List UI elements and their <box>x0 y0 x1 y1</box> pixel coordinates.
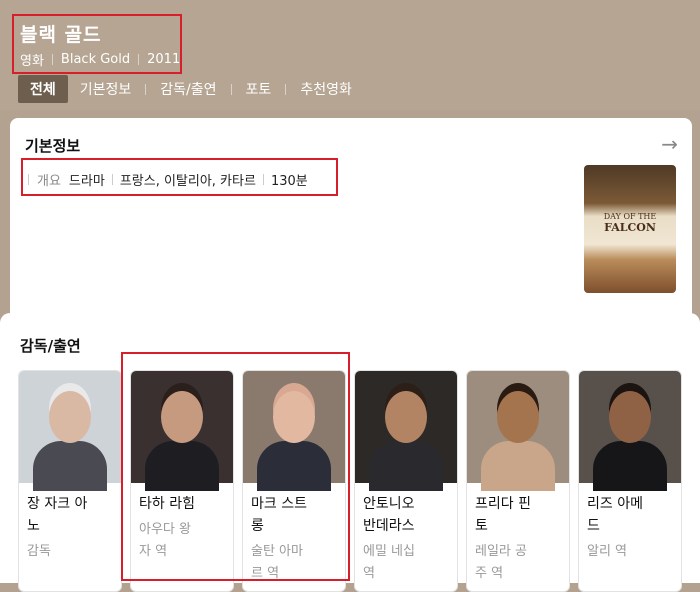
cast-member-role-line: 자 역 <box>139 544 168 559</box>
cast-member-role-line: 에밀 네십 <box>363 544 415 559</box>
photo-head-shape <box>385 391 427 443</box>
cast-member-name-line: 리즈 아메 <box>587 496 643 512</box>
photo-body-shape <box>33 441 107 491</box>
cast-member-role: 감독 <box>27 541 113 563</box>
cast-member-role: 술탄 아마르 역 <box>251 541 337 585</box>
movie-original-title: Black Gold <box>60 52 131 67</box>
runtime-value: 130분 <box>270 174 308 189</box>
divider <box>111 174 113 185</box>
tab-all[interactable]: 전체 <box>18 75 68 103</box>
cast-card: 감독/출연 장 자크 아 노 감독 타하 라힘 아우다 왕자 역 마크 스트 롱 술탄 아마 르… <box>0 313 700 592</box>
divider <box>138 54 140 65</box>
photo-body-shape <box>593 441 667 491</box>
cast-member-name-line: 타하 라힘 <box>139 496 195 512</box>
cast-member-role-line: 알리 역 <box>587 544 628 559</box>
cast-member-name[interactable]: 마크 스트롱 <box>251 493 337 537</box>
cast-member-name[interactable]: 타하 라힘 <box>139 493 225 515</box>
poster-text-line2: FALCON <box>604 221 656 234</box>
tab-photos[interactable]: 포토 <box>234 75 284 103</box>
tab-recommended[interactable]: 추천영화 <box>288 75 364 103</box>
photo-head-shape <box>609 391 651 443</box>
divider <box>230 83 232 95</box>
cast-section-title[interactable]: 감독/출연 <box>20 335 81 356</box>
basic-info-title[interactable]: 기본정보 <box>25 135 80 156</box>
cast-member-card[interactable]: 리즈 아메드알리 역 <box>578 370 682 592</box>
cast-member-name[interactable]: 안토니오반데라스 <box>363 493 449 537</box>
cast-member-role-line: 아우다 왕 <box>139 522 191 537</box>
tab-bar: 전체 기본정보 감독/출연 포토 추천영화 <box>18 75 364 103</box>
photo-head-shape <box>49 391 91 443</box>
cast-member-role-line: 주 역 <box>475 566 504 581</box>
photo-body-shape <box>481 441 555 491</box>
photo-head-shape <box>497 391 539 443</box>
cast-member-card[interactable]: 마크 스트롱술탄 아마르 역 <box>242 370 346 592</box>
divider <box>285 83 287 95</box>
cast-member-name-line: 반데라스 <box>363 518 415 534</box>
countries-value: 프랑스, 이탈리아, 카타르 <box>119 174 256 189</box>
cast-member-role: 에밀 네십역 <box>363 541 449 585</box>
cast-member-name-line: 마크 스트 <box>251 496 307 512</box>
cast-member-name-line: 노 <box>27 518 40 534</box>
summary-row: 개요 드라마 프랑스, 이탈리아, 카타르 130분 <box>28 170 308 189</box>
cast-member-name[interactable]: 리즈 아메드 <box>587 493 673 537</box>
cast-member-name-line: 롱 <box>251 518 264 534</box>
cast-member-photo[interactable] <box>579 371 681 491</box>
arrow-right-icon[interactable]: → <box>661 132 678 156</box>
movie-poster[interactable]: DAY OF THE FALCON <box>584 165 676 293</box>
cast-member-photo[interactable] <box>19 371 121 491</box>
cast-member-name-line: 드 <box>587 518 600 534</box>
cast-member-name-line: 토 <box>475 518 488 534</box>
cast-member-photo[interactable] <box>131 371 233 491</box>
photo-body-shape <box>369 441 443 491</box>
cast-member-role-line: 르 역 <box>251 566 280 581</box>
cast-member-card[interactable]: 장 자크 아노감독 <box>18 370 122 592</box>
cast-member-card[interactable]: 안토니오반데라스에밀 네십역 <box>354 370 458 592</box>
cast-member-name-line: 장 자크 아 <box>27 496 88 512</box>
photo-head-shape <box>273 391 315 443</box>
cast-member-name[interactable]: 장 자크 아노 <box>27 493 113 537</box>
divider <box>51 54 53 65</box>
tab-cast[interactable]: 감독/출연 <box>148 75 228 103</box>
cast-member-role-line: 레일라 공 <box>475 544 527 559</box>
movie-meta: 영화 Black Gold 2011 <box>20 50 180 69</box>
cast-member-role-line: 역 <box>363 566 375 581</box>
cast-member-photo[interactable] <box>243 371 345 491</box>
cast-member-name-line: 안토니오 <box>363 496 415 512</box>
photo-body-shape <box>145 441 219 491</box>
cast-member-role: 레일라 공주 역 <box>475 541 561 585</box>
movie-year: 2011 <box>147 52 181 67</box>
divider <box>262 174 264 185</box>
summary-label: 개요 <box>37 174 61 189</box>
divider <box>28 174 29 185</box>
tab-basic-info[interactable]: 기본정보 <box>68 75 144 103</box>
cast-member-role: 아우다 왕자 역 <box>139 519 225 563</box>
divider <box>145 83 147 95</box>
cast-member-name-line: 프리다 핀 <box>475 496 531 512</box>
movie-genre: 영화 <box>20 54 44 69</box>
cast-member-role-line: 술탄 아마 <box>251 544 303 559</box>
movie-title[interactable]: 블랙 골드 <box>20 20 102 47</box>
cast-member-role-line: 감독 <box>27 544 51 559</box>
cast-member-role: 알리 역 <box>587 541 673 563</box>
cast-member-name[interactable]: 프리다 핀토 <box>475 493 561 537</box>
cast-member-card[interactable]: 타하 라힘아우다 왕자 역 <box>130 370 234 592</box>
genre-value: 드라마 <box>68 174 105 189</box>
cast-member-card[interactable]: 프리다 핀토레일라 공주 역 <box>466 370 570 592</box>
movie-header: 블랙 골드 영화 Black Gold 2011 전체 기본정보 감독/출연 포… <box>0 0 700 110</box>
photo-head-shape <box>161 391 203 443</box>
cast-member-photo[interactable] <box>355 371 457 491</box>
cast-member-photo[interactable] <box>467 371 569 491</box>
photo-body-shape <box>257 441 331 491</box>
